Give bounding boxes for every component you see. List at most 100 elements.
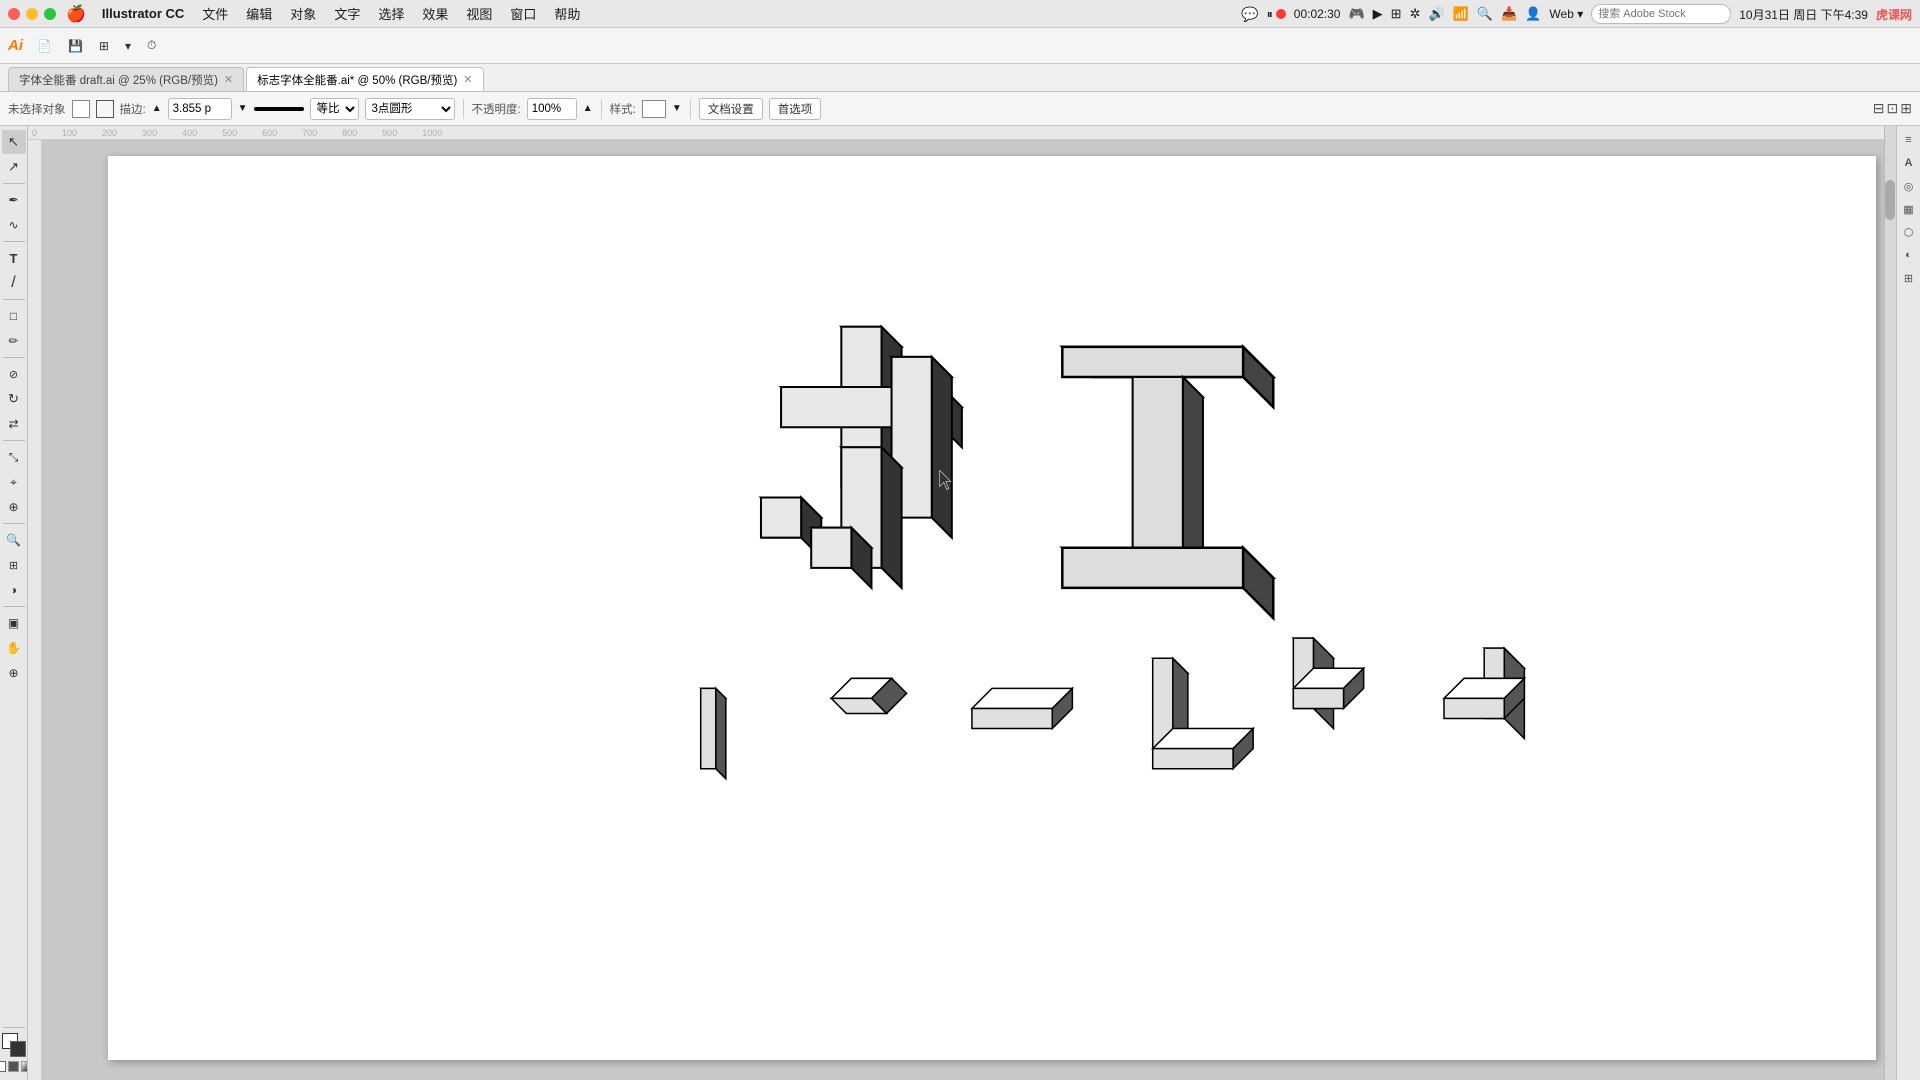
apple-menu[interactable]: 🍎 xyxy=(66,4,86,24)
panel-tab-swatches[interactable]: ▦ xyxy=(1899,199,1919,219)
menu-window[interactable]: 窗口 xyxy=(502,2,544,25)
tab-logo-close[interactable]: ✕ xyxy=(463,73,472,86)
canvas-area[interactable]: 0 100 200 300 400 500 600 700 800 900 10… xyxy=(28,126,1896,1080)
stroke-up-icon[interactable]: ▲ xyxy=(152,103,162,114)
tool-reshape[interactable]: ⌖ xyxy=(2,470,26,494)
panel-tab-properties[interactable]: A xyxy=(1899,153,1919,173)
tool-mesh[interactable]: ⊞ xyxy=(2,553,26,577)
timer-button[interactable]: ⏱ xyxy=(141,33,162,59)
tool-curvature[interactable]: ∿ xyxy=(2,213,26,237)
panel-tab-appearance[interactable]: ◎ xyxy=(1899,176,1919,196)
menu-effects[interactable]: 效果 xyxy=(414,2,456,25)
timer-display: 00:02:30 xyxy=(1294,7,1341,21)
color-controls xyxy=(0,1024,28,1076)
stroke-value-input[interactable] xyxy=(168,98,232,120)
tab-draft[interactable]: 字体全能番 draft.ai @ 25% (RGB/预览) ✕ xyxy=(8,67,244,91)
gradient-fill-box[interactable] xyxy=(21,1061,28,1072)
maximize-button[interactable] xyxy=(44,8,56,20)
tool-pencil[interactable]: ✏ xyxy=(2,329,26,353)
fill-swatch[interactable] xyxy=(72,100,90,118)
grid-icon[interactable]: ⊞ xyxy=(1391,6,1402,22)
wifi-icon[interactable]: 📶 xyxy=(1453,6,1469,22)
separator-3 xyxy=(690,99,691,119)
pause-icon[interactable]: ⏸ xyxy=(1267,7,1273,22)
opacity-input[interactable] xyxy=(527,98,577,120)
tool-mirror[interactable]: ⇄ xyxy=(2,412,26,436)
notification-icon[interactable]: 📥 xyxy=(1501,6,1517,22)
tool-scale[interactable]: ⤡ xyxy=(2,445,26,469)
user-icon[interactable]: 👤 xyxy=(1525,6,1541,22)
tab-draft-label: 字体全能番 draft.ai @ 25% (RGB/预览) xyxy=(19,72,218,88)
panel-tab-grid[interactable]: ⊞ xyxy=(1899,268,1919,288)
style-dropdown-icon[interactable]: ▼ xyxy=(672,103,682,114)
tool-gradient[interactable]: ◑ xyxy=(2,578,26,602)
opacity-up-icon[interactable]: ▲ xyxy=(583,103,593,114)
tool-sep-8 xyxy=(3,1027,25,1028)
align-icon-2[interactable]: ⊡ xyxy=(1887,100,1899,117)
canvas-document[interactable] xyxy=(108,156,1876,1060)
panel-tab-symbols[interactable]: ⬡ xyxy=(1899,222,1919,242)
color-pair[interactable] xyxy=(2,1033,26,1057)
no-fill-box[interactable] xyxy=(0,1061,6,1072)
save-button[interactable]: 💾 xyxy=(62,33,89,59)
tab-logo[interactable]: 标志字体全能番.ai* @ 50% (RGB/预览) ✕ xyxy=(246,67,483,91)
menu-app-name[interactable]: Illustrator CC xyxy=(94,4,192,23)
tool-hand[interactable]: ✋ xyxy=(2,636,26,660)
tool-eyedrop[interactable]: 🔍 xyxy=(2,528,26,552)
menubar-right: 💬 ⏸ 00:02:30 🎮 ▶ ⊞ ✲ 🔊 📶 🔍 📥 👤 Web ▾ 10月… xyxy=(1241,0,1912,28)
preferences-button[interactable]: 首选项 xyxy=(769,98,822,120)
tool-pen[interactable]: ✒ xyxy=(2,188,26,212)
tool-rect[interactable]: □ xyxy=(2,304,26,328)
scroll-thumb[interactable] xyxy=(1885,180,1895,220)
tool-type[interactable]: T xyxy=(2,246,26,270)
menu-select[interactable]: 选择 xyxy=(370,2,412,25)
minimize-button[interactable] xyxy=(26,8,38,20)
menu-text[interactable]: 文字 xyxy=(326,2,368,25)
game-center-icon[interactable]: 🎮 xyxy=(1348,6,1364,22)
layout-toggle[interactable]: ▾ xyxy=(119,33,137,59)
menu-edit[interactable]: 编辑 xyxy=(238,2,280,25)
timer-icon: ⏱ xyxy=(147,38,156,53)
tool-artboard[interactable]: ▣ xyxy=(2,611,26,635)
date-time-display: 10月31日 周日 下午4:39 xyxy=(1739,6,1868,23)
menu-help[interactable]: 帮助 xyxy=(546,2,588,25)
tool-select[interactable]: ↖ xyxy=(2,130,26,154)
stroke-style-select[interactable]: 等比 xyxy=(310,98,359,120)
background-color[interactable] xyxy=(10,1041,26,1057)
layout-icon: ⊞ xyxy=(99,39,109,53)
toolbox: ↖ ↗ ✒ ∿ T / □ ✏ ⊘ ↻ ⇄ ⤡ ⌖ ⊕ 🔍 ⊞ ◑ ▣ ✋ ⊕ xyxy=(0,126,28,1080)
align-icon-1[interactable]: ⊟ xyxy=(1873,100,1885,117)
doc-settings-button[interactable]: 文档设置 xyxy=(699,98,763,120)
vertical-scrollbar[interactable] xyxy=(1884,126,1896,1080)
play-icon[interactable]: ▶ xyxy=(1373,6,1383,22)
stroke-color-swatch[interactable] xyxy=(96,100,114,118)
props-bar: 未选择对象 描边: ▲ ▼ 等比 3点圆形 不透明度: ▲ 样式: ▼ 文档设置… xyxy=(0,92,1920,126)
panel-tab-gradient[interactable]: ◐ xyxy=(1899,245,1919,265)
align-icons: ⊟ ⊡ ⊞ xyxy=(1873,100,1912,117)
stroke-down-icon[interactable]: ▼ xyxy=(238,103,248,114)
volume-icon[interactable]: 🔊 xyxy=(1428,6,1444,22)
solid-fill-box[interactable] xyxy=(8,1061,19,1072)
layout-button[interactable]: ⊞ xyxy=(93,33,115,59)
tool-zoom[interactable]: ⊕ xyxy=(2,661,26,685)
small-element-2 xyxy=(831,678,906,713)
tool-direct-select[interactable]: ↗ xyxy=(2,155,26,179)
align-icon-3[interactable]: ⊞ xyxy=(1900,100,1912,117)
tool-blend[interactable]: ⊕ xyxy=(2,495,26,519)
new-doc-button[interactable]: 📄 xyxy=(31,33,58,59)
panel-tab-1[interactable]: ≡ xyxy=(1899,130,1919,150)
stroke-type-select[interactable]: 3点圆形 xyxy=(365,98,455,120)
bluetooth-icon[interactable]: ✲ xyxy=(1410,6,1421,22)
close-button[interactable] xyxy=(8,8,20,20)
wechat-icon[interactable]: 💬 xyxy=(1241,6,1258,23)
tab-draft-close[interactable]: ✕ xyxy=(224,73,233,86)
style-swatch[interactable] xyxy=(642,100,666,118)
tool-line[interactable]: / xyxy=(2,271,26,295)
tool-erase[interactable]: ⊘ xyxy=(2,362,26,386)
search-icon[interactable]: 🔍 xyxy=(1477,6,1493,22)
menu-file[interactable]: 文件 xyxy=(194,2,236,25)
search-input[interactable] xyxy=(1591,4,1731,24)
tool-rotate[interactable]: ↻ xyxy=(2,387,26,411)
menu-view[interactable]: 视图 xyxy=(458,2,500,25)
menu-object[interactable]: 对象 xyxy=(282,2,324,25)
